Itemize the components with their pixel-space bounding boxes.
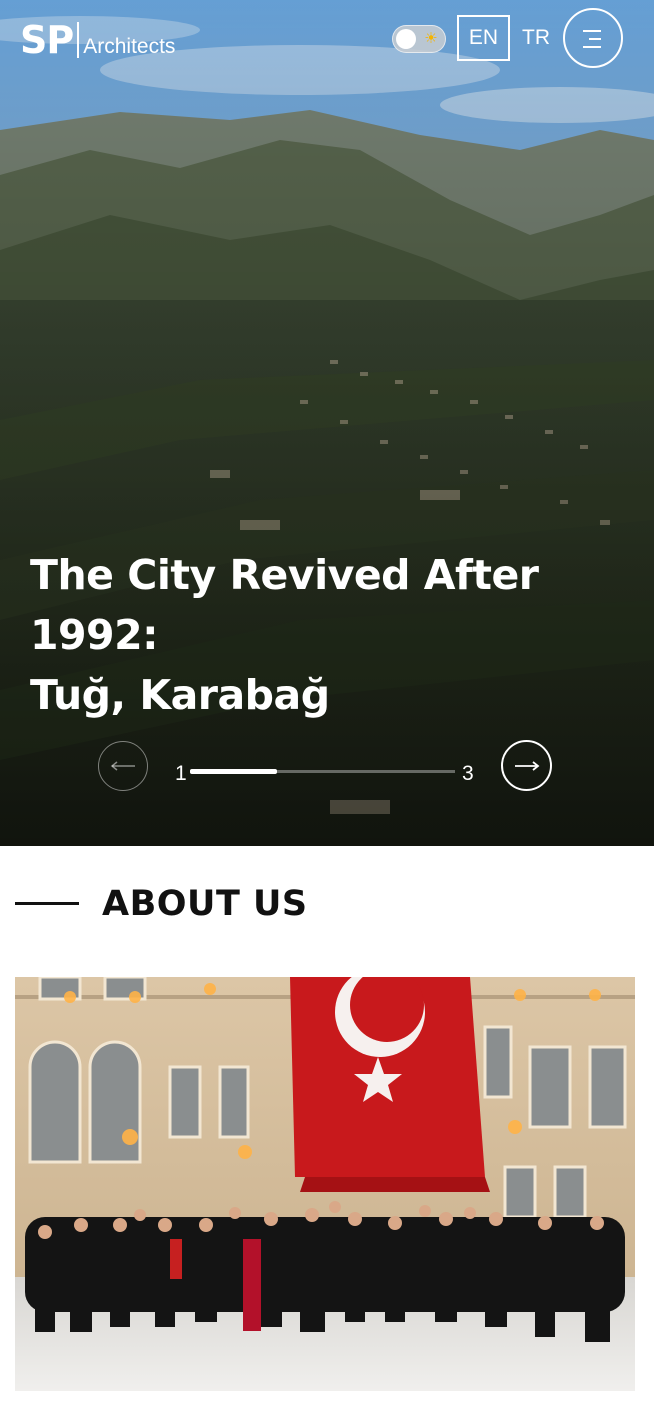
language-en-button[interactable]: EN <box>457 15 510 61</box>
slide-current-number: 1 <box>175 762 187 785</box>
about-section-title: ABOUT US <box>102 884 308 924</box>
menu-icon-line <box>583 46 601 48</box>
logo-divider <box>77 22 80 58</box>
sun-icon: ☀ <box>424 30 438 47</box>
slider-progress-track <box>190 769 455 774</box>
slider-progress-fill <box>190 769 277 774</box>
hero-slider: SP Architects ☀ EN TR The City Revived A… <box>0 0 654 846</box>
about-section-divider <box>15 902 79 905</box>
hero-title[interactable]: The City Revived After 1992: Tuğ, Karaba… <box>30 545 640 725</box>
site-logo[interactable]: SP Architects <box>20 18 175 60</box>
menu-button[interactable] <box>563 8 623 68</box>
slider-next-button[interactable] <box>501 740 552 791</box>
menu-icon <box>583 30 601 32</box>
menu-icon-line <box>589 38 601 40</box>
hero-title-line2: Tuğ, Karabağ <box>30 671 330 719</box>
logo-architects-text: Architects <box>83 35 176 58</box>
logo-sp-text: SP <box>20 18 74 62</box>
slide-total-number: 3 <box>462 762 474 785</box>
theme-toggle[interactable]: ☀ <box>392 25 446 53</box>
language-tr-button[interactable]: TR <box>520 15 552 61</box>
about-team-photo <box>15 977 635 1391</box>
slider-prev-button[interactable] <box>98 741 148 791</box>
hero-title-line1: The City Revived After 1992: <box>30 551 539 659</box>
toggle-knob <box>396 29 416 49</box>
arrow-right-icon <box>515 761 540 771</box>
arrow-left-icon <box>110 761 135 771</box>
